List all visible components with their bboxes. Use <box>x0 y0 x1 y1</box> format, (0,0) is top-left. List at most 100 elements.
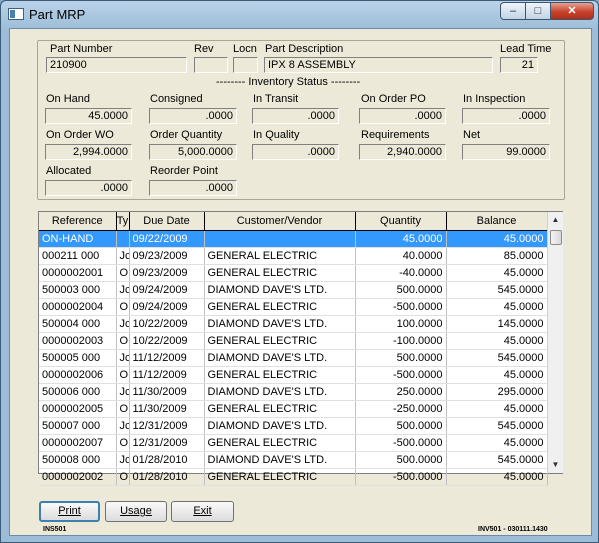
cell-reference: 500004 000 <box>39 315 117 333</box>
on-hand-field[interactable]: 45.0000 <box>45 108 132 124</box>
maximize-button[interactable]: □ <box>525 2 551 20</box>
cell-due-date: 01/28/2010 <box>129 468 205 486</box>
cell-balance: 45.0000 <box>446 468 548 486</box>
table-row[interactable]: 0000002007 O 12/31/2009 GENERAL ELECTRIC -50… <box>39 434 548 452</box>
table-row[interactable]: 500006 000Jc11/30/2009DIAMOND DAVE'S LTD… <box>39 383 548 401</box>
in-transit-field[interactable]: .0000 <box>252 108 339 124</box>
table-row[interactable]: 0000002006 O 11/12/2009 GENERAL ELECTRIC -50… <box>39 366 548 384</box>
client-area: Part Number 210900 Rev Locn Part Descrip… <box>9 28 592 536</box>
in-quality-field[interactable]: .0000 <box>252 144 339 160</box>
requirements-field[interactable]: 2,940.0000 <box>359 144 446 160</box>
cell-type: Jc <box>116 349 130 367</box>
app-icon <box>8 8 24 20</box>
cell-reference: 0000002001 <box>39 264 117 282</box>
column-header-reference[interactable]: Reference <box>39 212 117 231</box>
cell-type: Jc <box>116 451 130 469</box>
part-number-label: Part Number <box>50 43 113 55</box>
cell-customer-vendor: GENERAL ELECTRIC <box>204 366 356 384</box>
table-row[interactable]: 0000002004 O 09/24/2009 GENERAL ELECTRIC -50… <box>39 298 548 316</box>
table-row[interactable]: 0000002002 O 01/28/2010 GENERAL ELECTRIC -50… <box>39 468 548 486</box>
cell-type: O <box>116 468 130 486</box>
table-row[interactable]: 500004 000Jc10/22/2009DIAMOND DAVE'S LTD… <box>39 315 548 333</box>
column-header-due-date[interactable]: Due Date <box>129 212 205 231</box>
cell-reference: 0000002007 <box>39 434 117 452</box>
part-description-label: Part Description <box>265 43 344 55</box>
cell-customer-vendor: DIAMOND DAVE'S LTD. <box>204 315 356 333</box>
column-header-quantity[interactable]: Quantity <box>355 212 447 231</box>
table-row[interactable]: 500005 000Jc11/12/2009DIAMOND DAVE'S LTD… <box>39 349 548 367</box>
cell-customer-vendor: DIAMOND DAVE'S LTD. <box>204 451 356 469</box>
exit-button[interactable]: Exit <box>171 501 234 522</box>
cell-due-date: 11/12/2009 <box>129 366 205 384</box>
minimize-button[interactable]: – <box>500 2 526 20</box>
cell-customer-vendor <box>204 230 356 248</box>
cell-due-date: 09/23/2009 <box>129 247 205 265</box>
cell-reference: 500005 000 <box>39 349 117 367</box>
inventory-status-title: -------- Inventory Status -------- <box>216 76 361 88</box>
cell-quantity: 45.0000 <box>355 230 447 248</box>
rev-field[interactable] <box>194 57 228 73</box>
cell-reference: 0000002004 <box>39 298 117 316</box>
vertical-scrollbar[interactable]: ▲ ▼ <box>547 212 563 473</box>
cell-quantity: 250.0000 <box>355 383 447 401</box>
net-label: Net <box>463 129 481 141</box>
locn-field[interactable] <box>233 57 258 73</box>
cell-type: O <box>116 332 130 350</box>
print-button-label: Print <box>58 505 81 517</box>
cell-reference: 500003 000 <box>39 281 117 299</box>
cell-balance: 45.0000 <box>446 230 548 248</box>
consigned-field[interactable]: .0000 <box>149 108 237 124</box>
table-row[interactable]: 0000002005 O 11/30/2009 GENERAL ELECTRIC -25… <box>39 400 548 418</box>
close-button[interactable]: ✕ <box>550 2 594 20</box>
table-row[interactable]: 500008 000Jc01/28/2010DIAMOND DAVE'S LTD… <box>39 451 548 469</box>
cell-customer-vendor: GENERAL ELECTRIC <box>204 468 356 486</box>
on-order-wo-field[interactable]: 2,994.0000 <box>45 144 132 160</box>
cell-quantity: 500.0000 <box>355 451 447 469</box>
cell-type: O <box>116 366 130 384</box>
scroll-up-icon[interactable]: ▲ <box>548 212 563 228</box>
table-row[interactable]: 000211 000Jc09/23/2009GENERAL ELECTRIC40… <box>39 247 548 265</box>
print-button[interactable]: Print <box>39 501 100 522</box>
cell-reference: 0000002002 <box>39 468 117 486</box>
on-order-wo-label: On Order WO <box>46 129 114 141</box>
title-bar[interactable]: Part MRP – □ ✕ <box>1 1 598 27</box>
part-number-field[interactable]: 210900 <box>46 57 187 73</box>
mrp-grid[interactable]: Reference Ty Due Date Customer/Vendor Qu… <box>38 211 563 486</box>
part-description-field[interactable]: IPX 8 ASSEMBLY <box>264 57 493 73</box>
cell-reference: 500006 000 <box>39 383 117 401</box>
allocated-field[interactable]: .0000 <box>45 180 132 196</box>
on-order-po-field[interactable]: .0000 <box>359 108 446 124</box>
column-header-balance[interactable]: Balance <box>446 212 548 231</box>
cell-quantity: 40.0000 <box>355 247 447 265</box>
table-row[interactable]: ON-HAND 09/22/2009 45.0000 45.0000 <box>39 230 548 248</box>
requirements-label: Requirements <box>361 129 430 141</box>
cell-due-date: 09/23/2009 <box>129 264 205 282</box>
column-header-customer-vendor[interactable]: Customer/Vendor <box>204 212 356 231</box>
scroll-thumb[interactable] <box>550 230 562 245</box>
mrp-table: Reference Ty Due Date Customer/Vendor Qu… <box>39 212 548 486</box>
order-quantity-field[interactable]: 5,000.0000 <box>149 144 237 160</box>
column-header-type[interactable]: Ty <box>116 212 130 231</box>
cell-quantity: 500.0000 <box>355 417 447 435</box>
grid-body: ON-HAND 09/22/2009 45.0000 45.0000 000211 00… <box>39 230 548 486</box>
cell-balance: 145.0000 <box>446 315 548 333</box>
usage-button[interactable]: Usage <box>105 501 167 522</box>
scroll-down-icon[interactable]: ▼ <box>548 457 563 473</box>
cell-reference: 0000002003 <box>39 332 117 350</box>
net-field[interactable]: 99.0000 <box>462 144 550 160</box>
table-row[interactable]: 500007 000Jc12/31/2009DIAMOND DAVE'S LTD… <box>39 417 548 435</box>
table-row[interactable]: 0000002001 O 09/23/2009 GENERAL ELECTRIC -40… <box>39 264 548 282</box>
cell-type: Jc <box>116 417 130 435</box>
cell-customer-vendor: GENERAL ELECTRIC <box>204 247 356 265</box>
cell-type: O <box>116 264 130 282</box>
in-inspection-field[interactable]: .0000 <box>462 108 550 124</box>
cell-balance: 45.0000 <box>446 400 548 418</box>
table-row[interactable]: 0000002003 O 10/22/2009 GENERAL ELECTRIC -10… <box>39 332 548 350</box>
in-quality-label: In Quality <box>253 129 300 141</box>
reorder-point-field[interactable]: .0000 <box>149 180 237 196</box>
cell-type: O <box>116 298 130 316</box>
lead-time-field[interactable]: 21 <box>500 57 538 73</box>
reorder-point-label: Reorder Point <box>150 165 218 177</box>
cell-due-date: 12/31/2009 <box>129 417 205 435</box>
table-row[interactable]: 500003 000Jc09/24/2009DIAMOND DAVE'S LTD… <box>39 281 548 299</box>
